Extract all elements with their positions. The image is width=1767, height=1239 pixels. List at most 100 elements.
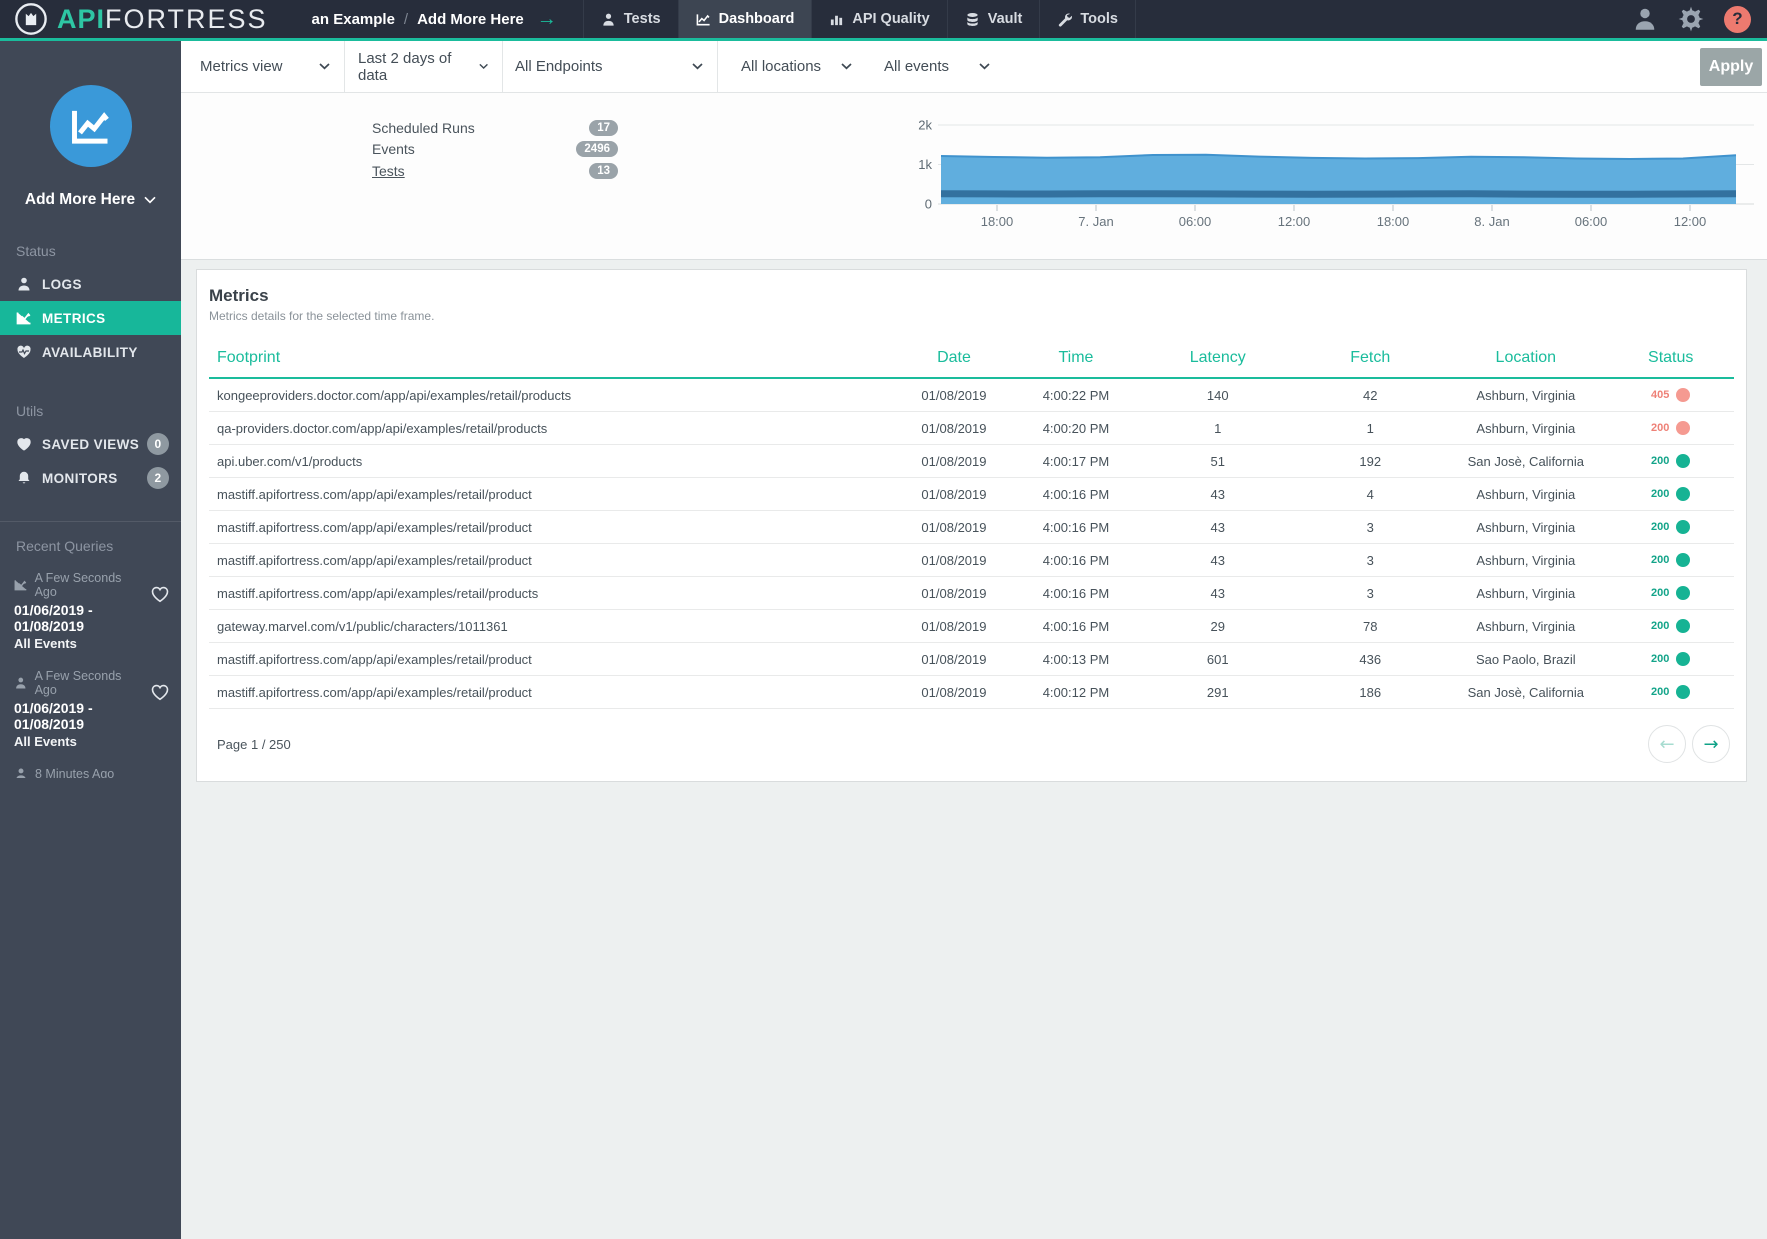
latency-cell: 43 bbox=[1139, 487, 1296, 502]
time-range-dropdown[interactable]: Last 2 days of data bbox=[345, 41, 503, 92]
status-cell: 200 bbox=[1607, 586, 1734, 600]
sidebar-item-label: LOGS bbox=[42, 277, 82, 292]
status-dot bbox=[1676, 652, 1690, 666]
section-recent-queries: Recent Queries bbox=[16, 538, 181, 554]
project-avatar[interactable] bbox=[50, 85, 132, 167]
sidebar-item-label: AVAILABILITY bbox=[42, 345, 138, 360]
table-row[interactable]: gateway.marvel.com/v1/public/characters/… bbox=[209, 610, 1734, 643]
date-cell: 01/08/2019 bbox=[895, 619, 1012, 634]
breadcrumb-arrow-icon[interactable]: → bbox=[537, 8, 557, 31]
status-dot bbox=[1676, 421, 1690, 435]
latency-cell: 51 bbox=[1139, 454, 1296, 469]
tab-tools[interactable]: Tools bbox=[1039, 0, 1136, 38]
time-cell: 4:00:22 PM bbox=[1013, 388, 1140, 403]
apifortress-logo[interactable]: APIFORTRESS bbox=[0, 0, 282, 38]
footprint-cell: gateway.marvel.com/v1/public/characters/… bbox=[209, 619, 895, 634]
table-row[interactable]: api.uber.com/v1/products 01/08/2019 4:00… bbox=[209, 445, 1734, 478]
sidebar-item-logs[interactable]: LOGS bbox=[0, 267, 181, 301]
favorite-heart-icon[interactable] bbox=[150, 584, 170, 604]
sidebar-item-monitors[interactable]: MONITORS 2 bbox=[0, 461, 181, 495]
breadcrumb-divider: / bbox=[404, 11, 408, 28]
tab-vault[interactable]: Vault bbox=[947, 0, 1040, 38]
next-page-button[interactable]: → bbox=[1692, 725, 1730, 763]
table-row[interactable]: kongeeproviders.doctor.com/app/api/examp… bbox=[209, 379, 1734, 412]
sidebar-divider bbox=[0, 521, 181, 522]
previous-page-button[interactable]: ← bbox=[1648, 725, 1686, 763]
stat-label-link[interactable]: Tests bbox=[372, 163, 405, 179]
column-header-latency: Latency bbox=[1139, 349, 1296, 367]
status-code: 200 bbox=[1651, 422, 1669, 434]
status-dot bbox=[1676, 520, 1690, 534]
chevron-down-icon bbox=[479, 63, 488, 70]
svg-text:0: 0 bbox=[925, 197, 932, 212]
events-dropdown[interactable]: All events bbox=[866, 41, 1004, 92]
user-icon bbox=[14, 767, 28, 778]
sidebar-item-saved-views[interactable]: SAVED VIEWS 0 bbox=[0, 427, 181, 461]
settings-gear-icon[interactable] bbox=[1678, 6, 1704, 32]
svg-text:7. Jan: 7. Jan bbox=[1078, 214, 1113, 229]
status-code: 200 bbox=[1651, 587, 1669, 599]
heartbeat-icon bbox=[16, 344, 32, 360]
table-row[interactable]: qa-providers.doctor.com/app/api/examples… bbox=[209, 412, 1734, 445]
recent-query-item[interactable]: A Few Seconds Ago 01/06/2019 - 01/08/201… bbox=[0, 562, 181, 660]
wrench-icon bbox=[1057, 12, 1072, 27]
status-cell: 200 bbox=[1607, 487, 1734, 501]
recent-queries-list: A Few Seconds Ago 01/06/2019 - 01/08/201… bbox=[0, 562, 181, 778]
recent-query-item[interactable]: A Few Seconds Ago 01/06/2019 - 01/08/201… bbox=[0, 660, 181, 758]
query-age-row: A Few Seconds Ago bbox=[14, 571, 143, 599]
chevron-down-icon bbox=[692, 63, 703, 70]
time-cell: 4:00:13 PM bbox=[1013, 652, 1140, 667]
column-header-status: Status bbox=[1607, 349, 1734, 367]
apply-button[interactable]: Apply bbox=[1700, 48, 1762, 86]
tab-label: Dashboard bbox=[719, 11, 795, 27]
tab-api-quality[interactable]: API Quality bbox=[811, 0, 946, 38]
latency-cell: 140 bbox=[1139, 388, 1296, 403]
status-code: 200 bbox=[1651, 686, 1669, 698]
status-dot bbox=[1676, 454, 1690, 468]
sidebar-item-availability[interactable]: AVAILABILITY bbox=[0, 335, 181, 369]
endpoints-dropdown[interactable]: All Endpoints bbox=[503, 41, 718, 92]
favorite-heart-icon[interactable] bbox=[150, 682, 170, 702]
date-cell: 01/08/2019 bbox=[895, 487, 1012, 502]
svg-text:8. Jan: 8. Jan bbox=[1474, 214, 1509, 229]
help-icon[interactable]: ? bbox=[1724, 6, 1751, 33]
view-mode-dropdown[interactable]: Metrics view bbox=[198, 41, 345, 92]
column-header-date: Date bbox=[895, 349, 1012, 367]
fetch-cell: 3 bbox=[1296, 520, 1444, 535]
workspace-selector[interactable]: Add More Here bbox=[0, 191, 181, 209]
table-row[interactable]: mastiff.apifortress.com/app/api/examples… bbox=[209, 577, 1734, 610]
main-tabs: Tests Dashboard API Quality Vault Tools bbox=[583, 0, 1136, 38]
table-row[interactable]: mastiff.apifortress.com/app/api/examples… bbox=[209, 676, 1734, 709]
status-dot bbox=[1676, 553, 1690, 567]
time-cell: 4:00:12 PM bbox=[1013, 685, 1140, 700]
table-row[interactable]: mastiff.apifortress.com/app/api/examples… bbox=[209, 478, 1734, 511]
footprint-cell: api.uber.com/v1/products bbox=[209, 454, 895, 469]
svg-text:12:00: 12:00 bbox=[1278, 214, 1311, 229]
table-row[interactable]: mastiff.apifortress.com/app/api/examples… bbox=[209, 544, 1734, 577]
sidebar-item-metrics[interactable]: METRICS bbox=[0, 301, 181, 335]
tab-tests[interactable]: Tests bbox=[583, 0, 678, 38]
stat-count-badge: 2496 bbox=[576, 141, 618, 157]
stat-count-badge: 13 bbox=[589, 163, 618, 179]
breadcrumb-page[interactable]: Add More Here bbox=[417, 11, 524, 28]
locations-dropdown[interactable]: All locations bbox=[718, 41, 866, 92]
stat-label: Scheduled Runs bbox=[372, 120, 475, 136]
chart-line-icon bbox=[696, 12, 711, 27]
latency-cell: 43 bbox=[1139, 520, 1296, 535]
fetch-cell: 436 bbox=[1296, 652, 1444, 667]
chevron-down-icon bbox=[319, 63, 330, 70]
metrics-card: Metrics Metrics details for the selected… bbox=[196, 269, 1747, 782]
breadcrumb-project[interactable]: an Example bbox=[312, 11, 395, 28]
recent-query-item[interactable]: 8 Minutes Ago 01/06/2019 - 01/08/2019 Al… bbox=[0, 758, 181, 778]
fetch-cell: 78 bbox=[1296, 619, 1444, 634]
status-cell: 405 bbox=[1607, 388, 1734, 402]
table-row[interactable]: mastiff.apifortress.com/app/api/examples… bbox=[209, 511, 1734, 544]
table-row[interactable]: mastiff.apifortress.com/app/api/examples… bbox=[209, 643, 1734, 676]
user-profile-icon[interactable] bbox=[1632, 6, 1658, 32]
footprint-cell: mastiff.apifortress.com/app/api/examples… bbox=[209, 487, 895, 502]
sidebar: Add More Here Status LOGS METRICS AVAILA… bbox=[0, 41, 181, 1239]
location-cell: Ashburn, Virginia bbox=[1444, 388, 1607, 403]
tab-label: Vault bbox=[988, 11, 1023, 27]
tab-dashboard[interactable]: Dashboard bbox=[678, 0, 812, 38]
footprint-cell: mastiff.apifortress.com/app/api/examples… bbox=[209, 652, 895, 667]
